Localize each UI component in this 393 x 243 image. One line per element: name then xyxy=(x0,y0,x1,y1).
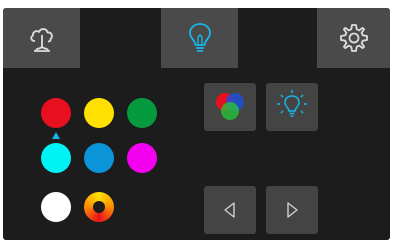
gear-icon xyxy=(339,24,368,52)
lighting-app-screen xyxy=(3,8,390,240)
rgb-mix-button[interactable] xyxy=(204,83,256,131)
previous-button[interactable] xyxy=(204,186,256,234)
cloud-icon xyxy=(29,28,53,52)
next-button[interactable] xyxy=(266,186,318,234)
color-swatch-magenta[interactable] xyxy=(127,143,157,173)
color-wheel-icon xyxy=(93,201,105,213)
color-swatch-blue[interactable] xyxy=(84,143,114,173)
color-swatch-white[interactable] xyxy=(41,192,71,222)
color-swatch-green[interactable] xyxy=(127,98,157,128)
brightness-button[interactable] xyxy=(266,83,318,131)
color-swatch-cyan[interactable] xyxy=(41,143,71,173)
color-swatch-red[interactable] xyxy=(41,98,71,128)
color-wheel-button[interactable] xyxy=(84,192,114,222)
triangle-left-icon xyxy=(224,202,235,218)
light-bulb-icon xyxy=(188,23,211,52)
tab-light[interactable] xyxy=(161,8,238,68)
selected-color-indicator xyxy=(52,132,60,139)
glowing-bulb-icon xyxy=(277,90,307,117)
color-swatch-yellow[interactable] xyxy=(84,98,114,128)
tab-cloud[interactable] xyxy=(3,8,80,68)
tab-settings[interactable] xyxy=(317,8,390,68)
triangle-right-icon xyxy=(287,202,298,218)
rgb-circles-icon xyxy=(216,93,244,120)
tab-bar xyxy=(3,8,390,68)
